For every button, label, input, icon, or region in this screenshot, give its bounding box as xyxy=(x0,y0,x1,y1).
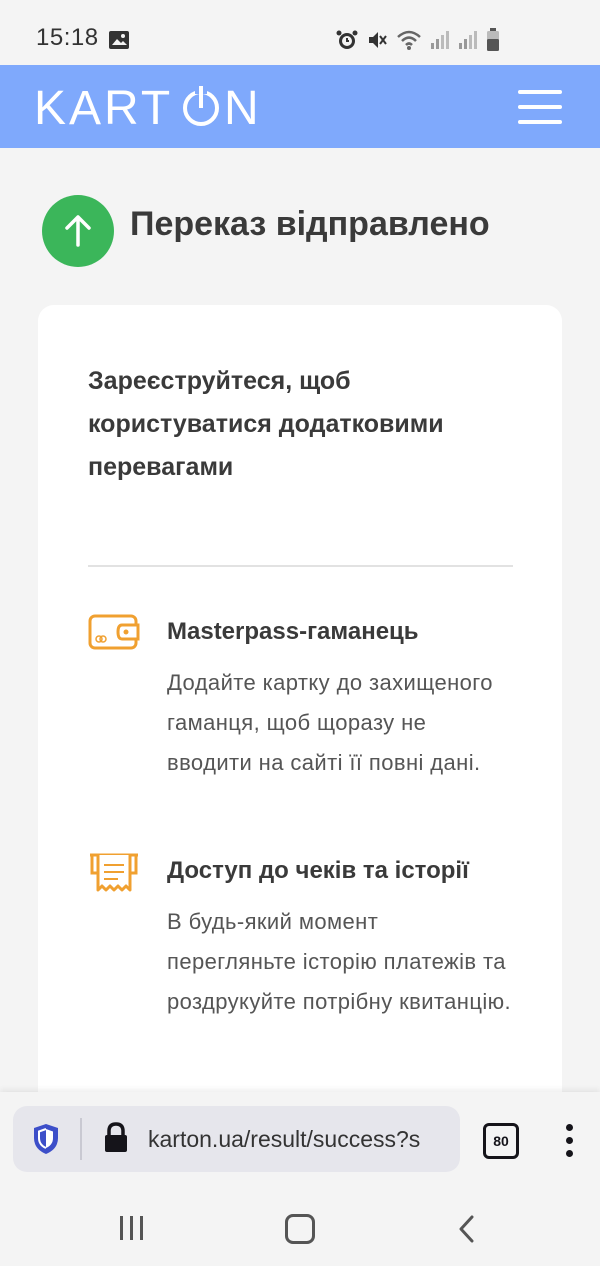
url-text[interactable]: karton.ua/result/success?s xyxy=(148,1126,458,1153)
svg-text:N: N xyxy=(224,84,263,132)
alarm-icon xyxy=(336,29,358,56)
more-options-button[interactable] xyxy=(562,1124,576,1158)
feature-description: В будь-який момент перегляньте історію п… xyxy=(167,909,512,1014)
card-title: Зареєструйтеся, щоб користуватися додатк… xyxy=(88,367,444,481)
gallery-notification-icon xyxy=(108,30,130,55)
feature-title: Masterpass-гаманець xyxy=(167,618,419,645)
svg-text:KART: KART xyxy=(34,84,173,132)
back-button[interactable] xyxy=(458,1215,476,1248)
lock-icon[interactable] xyxy=(103,1122,129,1159)
hamburger-menu-button[interactable] xyxy=(518,90,562,124)
status-time: 15:18 xyxy=(36,24,99,51)
receipt-icon xyxy=(88,852,140,899)
feature-description: Додайте картку до захищеного гаманця, що… xyxy=(167,670,493,775)
karton-logo[interactable]: KART N xyxy=(34,82,266,141)
signal-icon-1 xyxy=(430,29,450,56)
wifi-icon xyxy=(396,29,422,56)
url-separator xyxy=(80,1118,82,1160)
divider xyxy=(88,565,513,567)
battery-icon xyxy=(486,28,500,57)
wallet-icon xyxy=(88,612,140,657)
feature-title: Доступ до чеків та історії xyxy=(167,857,469,884)
signal-icon-2 xyxy=(458,29,478,56)
tab-count-button[interactable]: 80 xyxy=(483,1123,519,1159)
home-button[interactable] xyxy=(285,1214,315,1244)
mute-icon xyxy=(366,29,388,56)
shield-icon[interactable] xyxy=(32,1122,60,1161)
page-title: Переказ відправлено xyxy=(130,205,490,243)
arrow-up-icon xyxy=(42,195,114,267)
recent-apps-button[interactable] xyxy=(118,1216,146,1240)
